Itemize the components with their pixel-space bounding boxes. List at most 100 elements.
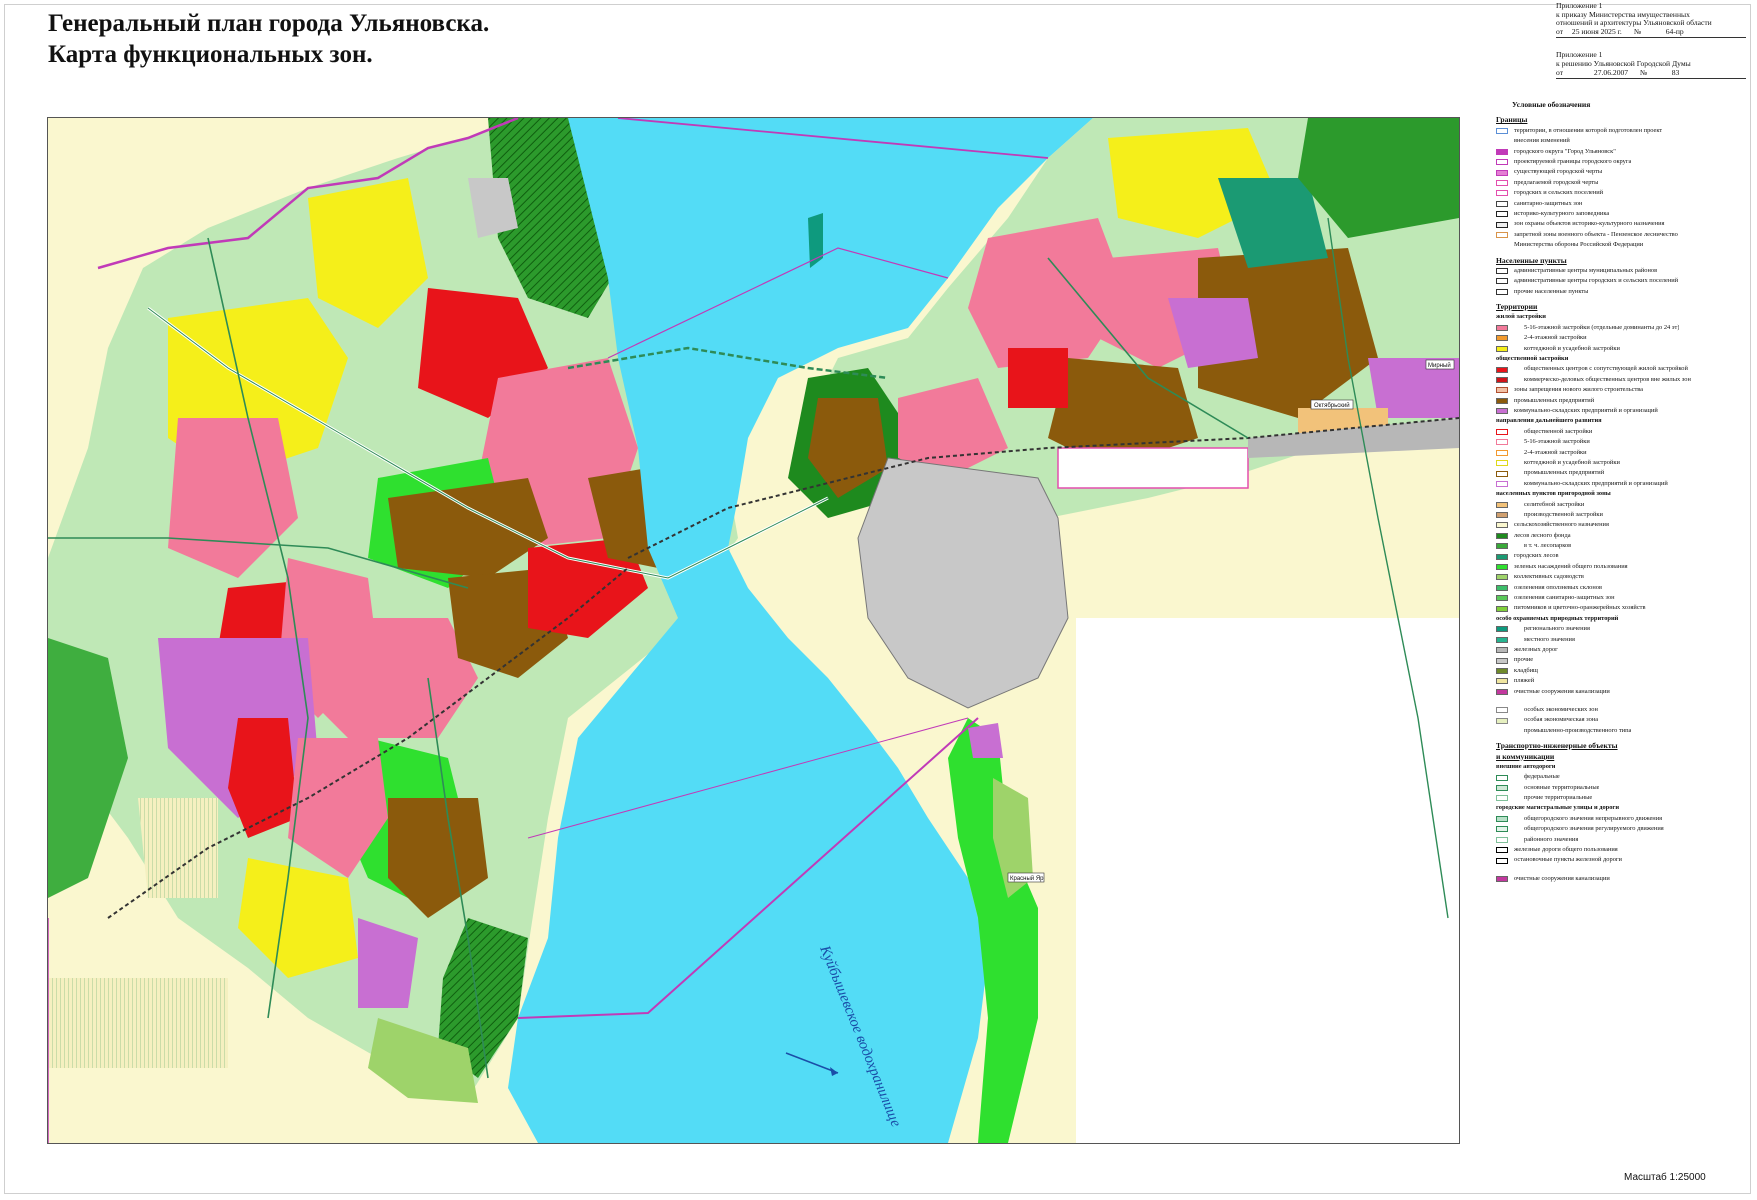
legend-item: в т. ч. лесопарков — [1496, 541, 1754, 551]
legend-swatch — [1496, 728, 1508, 734]
legend-item: лесов лесного фонда — [1496, 531, 1754, 541]
legend-item: предлагаемой городской черты — [1496, 178, 1754, 188]
legend-swatch — [1496, 501, 1508, 508]
legend-label: прочие населенные пункты — [1514, 287, 1589, 295]
legend-swatch — [1496, 439, 1508, 446]
sig-date: 27.06.2007 — [1593, 67, 1629, 77]
legend-label: очистные сооружения канализации — [1514, 687, 1610, 695]
legend-item: производственной застройки — [1496, 510, 1754, 520]
legend-item: общегородского значения регулируемого дв… — [1496, 824, 1754, 834]
place-label-oktyabrsky: Октябрьский — [1310, 399, 1354, 410]
legend-label: городского округа "Город Ульяновск" — [1514, 147, 1616, 155]
legend-swatch — [1496, 522, 1508, 529]
place-label-text: Мирный — [1428, 362, 1451, 369]
warehouse-zone — [968, 723, 1003, 758]
map-title-line1: Генеральный план города Ульяновска. — [48, 10, 490, 37]
legend-section-header: Границы — [1496, 115, 1528, 125]
legend-swatch — [1496, 836, 1508, 843]
place-label-text: Октябрьский — [1314, 402, 1350, 409]
legend-item: Министерства обороны Российской Федераци… — [1496, 240, 1754, 250]
scale-label: Масштаб 1:25000 — [1624, 1172, 1706, 1183]
legend-label: общественных центров с сопутствующей жил… — [1524, 365, 1688, 373]
legend-swatch — [1496, 128, 1508, 134]
legend-swatch — [1496, 626, 1508, 633]
legend-label: основные территориальные — [1524, 783, 1600, 791]
legend-item: коллективных садоводств — [1496, 572, 1754, 582]
map-title: Генеральный план города Ульяновска. Карт… — [48, 8, 768, 70]
legend-item: коммерческо-деловых общественных центров… — [1496, 375, 1754, 385]
legend-swatch — [1496, 532, 1508, 539]
legend-swatch — [1496, 795, 1508, 802]
legend-item: промышленных предприятий — [1496, 396, 1754, 406]
legend-swatch — [1496, 377, 1508, 384]
legend-label: железные дороги общего пользования — [1514, 846, 1618, 854]
legend-swatch — [1496, 278, 1508, 285]
legend-label: лесов лесного фонда — [1514, 531, 1571, 539]
legend-label: прочие — [1514, 656, 1534, 664]
legend-label: кладбищ — [1514, 666, 1538, 674]
attachment-line: к решению Ульяновской Городской Думы — [1556, 58, 1691, 68]
legend-item: проектируемой границы городского округа — [1496, 157, 1754, 167]
legend-item: прочие населенные пункты — [1496, 287, 1754, 297]
legend-label: Министерства обороны Российской Федераци… — [1514, 241, 1644, 249]
legend-swatch — [1496, 190, 1508, 197]
legend-swatch — [1496, 543, 1508, 550]
legend-label: остановочные пункты железной дороги — [1514, 856, 1622, 864]
legend-label: зон охраны объектов историко-культурного… — [1514, 220, 1665, 228]
legend-item: зоны запрещения нового жилого строительс… — [1496, 385, 1754, 395]
legend-item: районного значения — [1496, 835, 1754, 845]
legend-item: местного значения — [1496, 635, 1754, 645]
legend-item: остановочные пункты железной дороги — [1496, 855, 1754, 865]
legend-label: зоны запрещения нового жилого строительс… — [1514, 386, 1644, 394]
legend-item: городских лесов — [1496, 551, 1754, 561]
legend-label: административные центры городских и сель… — [1514, 277, 1679, 285]
legend-label: промышленно-производственного типа — [1524, 726, 1632, 734]
legend-swatch — [1496, 605, 1508, 612]
legend-item: коттеджной и усадебной застройки — [1496, 344, 1754, 354]
map-legend: Условные обозначения Границы территории, в… — [1496, 100, 1754, 1140]
legend-label: производственной застройки — [1524, 510, 1603, 518]
legend-item: общественных центров с сопутствующей жил… — [1496, 364, 1754, 374]
legend-swatch — [1496, 707, 1508, 714]
legend-label: коттеджной и усадебной застройки — [1524, 344, 1620, 352]
legend-label: железных дорог — [1514, 645, 1558, 653]
attachment-block-1: Приложение 1 к приказу Министерства имущ… — [1556, 1, 1746, 39]
legend-label: 2-4-этажной застройки — [1524, 448, 1587, 456]
legend-subheader: внешние автодороги — [1496, 762, 1754, 772]
legend-label: общественной застройки — [1496, 355, 1569, 363]
development-area — [1057, 447, 1249, 489]
map-svg: Октябрьский Мирный Красный Яр Куйбышевск… — [48, 118, 1459, 1143]
legend-item: озеленения санитарно-защитных зон — [1496, 593, 1754, 603]
legend-item: промышленных предприятий — [1496, 468, 1754, 478]
legend-item: питомников и цветочно-оранжерейных хозяй… — [1496, 603, 1754, 613]
legend-label: промышленных предприятий — [1524, 469, 1605, 477]
legend-item: особая экономическая зона — [1496, 715, 1754, 725]
legend-swatch — [1496, 159, 1508, 166]
legend-item: прочие территориальные — [1496, 793, 1754, 803]
legend-item: внесения изменений — [1496, 136, 1754, 146]
legend-item: административные центры городских и сель… — [1496, 276, 1754, 286]
legend-swatch — [1496, 667, 1508, 674]
legend-item: запретной зоны военного объекта - Пензен… — [1496, 230, 1754, 240]
legend-swatch — [1496, 335, 1508, 342]
sig-no: № — [1633, 26, 1642, 36]
sig-no: № — [1639, 67, 1648, 77]
farmland — [138, 798, 218, 898]
legend-label: особых экономических зон — [1524, 705, 1598, 713]
legend-swatch — [1496, 449, 1508, 456]
legend-subheader: направления дальнейшего развития — [1496, 416, 1754, 426]
legend-item: очистные сооружения канализации — [1496, 874, 1754, 884]
legend-label: направления дальнейшего развития — [1496, 417, 1602, 425]
sig-from: от — [1556, 26, 1564, 36]
legend-item: административные центры муниципальных ра… — [1496, 266, 1754, 276]
map-canvas[interactable]: Октябрьский Мирный Красный Яр Куйбышевск… — [47, 117, 1460, 1144]
legend-swatch — [1496, 268, 1508, 275]
legend-swatch — [1496, 387, 1508, 394]
legend-swatch — [1496, 595, 1508, 602]
legend-label: промышленных предприятий — [1514, 396, 1595, 404]
legend-label: питомников и цветочно-оранжерейных хозяй… — [1514, 604, 1646, 612]
legend-swatch — [1496, 678, 1508, 685]
legend-swatch — [1496, 717, 1508, 724]
legend-swatch — [1496, 397, 1508, 404]
legend-label: озеленения санитарно-защитных зон — [1514, 594, 1615, 602]
